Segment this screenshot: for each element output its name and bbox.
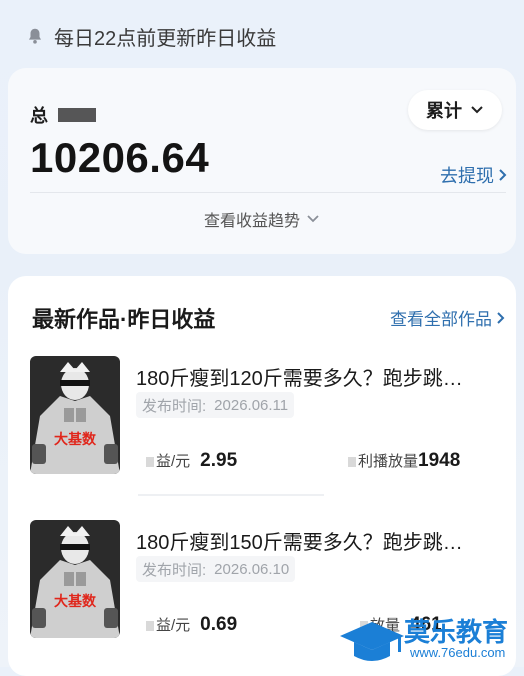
view-all-label: 查看全部作品 <box>390 310 492 329</box>
thumbnail-illustration: 大基数 <box>30 356 120 474</box>
income-value: 0.69 <box>200 614 238 635</box>
watermark-name: 莫乐教育 <box>404 617 509 647</box>
trend-label: 查看收益趋势 <box>203 213 300 230</box>
notice-bar: 每日22点前更新昨日收益 <box>26 22 276 50</box>
chevron-down-icon <box>471 106 483 114</box>
publish-date: 2026.06.11 <box>214 396 289 414</box>
view-all-works-link[interactable]: 查看全部作品 <box>390 305 506 330</box>
chevron-right-icon <box>497 311 505 324</box>
period-label: 累计 <box>426 101 462 121</box>
work-title: 180斤瘦到150斤需要多久？跑步跳… <box>136 532 463 554</box>
thumbnail-text: 大基数 <box>54 593 97 610</box>
publish-date: 2026.06.10 <box>214 560 290 578</box>
play-count-value: 1948 <box>418 450 461 471</box>
chevron-right-icon <box>499 169 507 181</box>
total-label: 总 <box>30 102 96 128</box>
chevron-down-icon <box>307 215 319 223</box>
notice-text: 每日22点前更新昨日收益 <box>54 27 277 50</box>
withdraw-label: 去提现 <box>440 166 494 186</box>
play-count-stat: 利播放量 1948 <box>348 450 460 472</box>
income-stat: 益/元 2.95 <box>146 450 237 472</box>
divider <box>30 192 506 193</box>
publish-time: 发布时间: 2026.06.11 <box>136 392 295 418</box>
withdraw-link[interactable]: 去提现 <box>440 162 508 188</box>
income-value: 2.95 <box>200 450 238 471</box>
period-dropdown[interactable]: 累计 <box>408 90 502 130</box>
thumbnail-illustration: 大基数 <box>30 520 120 638</box>
bell-icon <box>28 28 42 44</box>
income-label: 益/元 <box>146 450 190 471</box>
view-trend-button[interactable]: 查看收益趋势 <box>0 207 524 231</box>
work-thumbnail[interactable]: 大基数 <box>30 520 120 638</box>
work-title: 180斤瘦到120斤需要多久？跑步跳… <box>136 368 463 390</box>
thumbnail-text: 大基数 <box>54 431 97 448</box>
income-stat: 益/元 0.69 <box>146 614 237 636</box>
work-thumbnail[interactable]: 大基数 <box>30 356 120 474</box>
work-item[interactable]: 大基数 180斤瘦到120斤需要多久？跑步跳… 发布时间: 2026.06.11… <box>30 356 510 486</box>
section-title: 最新作品·昨日收益 <box>32 307 216 332</box>
total-label-text: 总 <box>30 106 48 126</box>
publish-time-label: 发布时间: <box>142 561 207 579</box>
total-amount: 10206.64 <box>30 134 210 181</box>
publish-time: 发布时间: 2026.06.10 <box>136 556 296 582</box>
income-label: 益/元 <box>146 614 190 635</box>
publish-time-label: 发布时间: <box>142 397 207 415</box>
watermark-url: www.76edu.com <box>410 645 506 660</box>
divider <box>138 494 324 496</box>
redacted-mask <box>58 108 96 122</box>
play-count-label: 利播放量 <box>348 450 418 471</box>
